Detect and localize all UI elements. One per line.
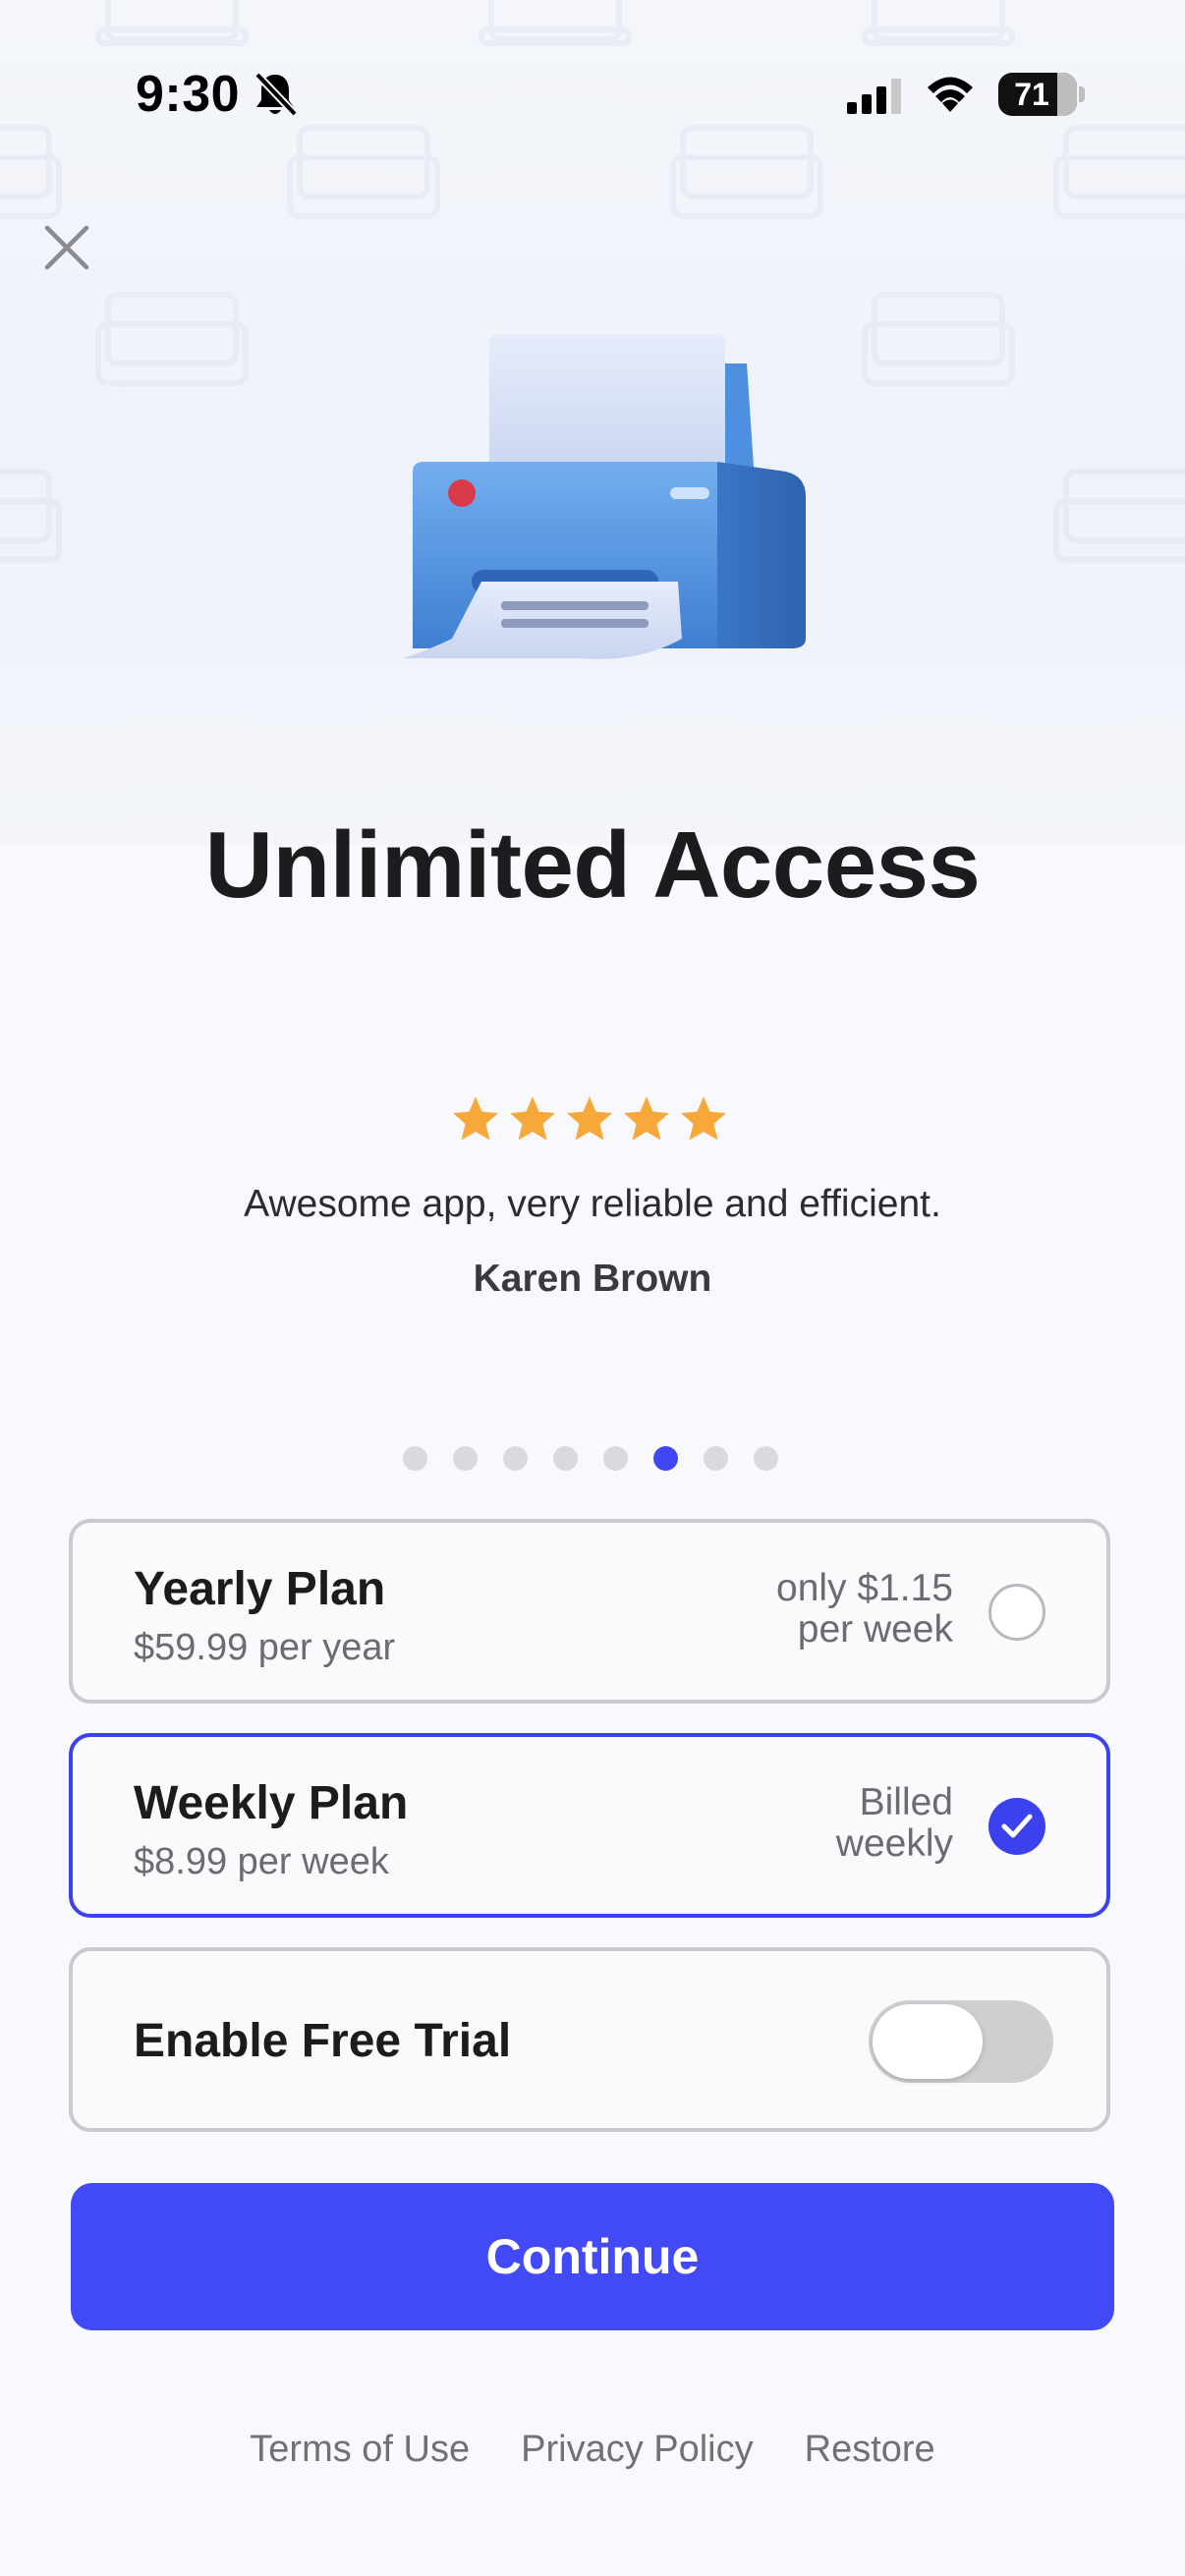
toggle-knob: [873, 2004, 983, 2079]
battery-level: 71: [1014, 77, 1049, 112]
pager-dot-active[interactable]: [653, 1446, 678, 1471]
privacy-link[interactable]: Privacy Policy: [521, 2429, 754, 2471]
plan-note-line: Billed: [859, 1781, 953, 1823]
plan-note-line: only $1.15: [776, 1567, 953, 1609]
restore-link[interactable]: Restore: [805, 2429, 935, 2471]
star-icon: [510, 1096, 555, 1141]
star-icon: [681, 1096, 726, 1141]
plan-option-weekly[interactable]: Weekly Plan $8.99 per week Billed weekly: [69, 1733, 1110, 1918]
pager-dot[interactable]: [704, 1446, 728, 1471]
plan-note-line: per week: [797, 1608, 953, 1651]
testimonial-text: Awesome app, very reliable and efficient…: [244, 1183, 941, 1225]
plan-name: Weekly Plan: [134, 1777, 409, 1829]
continue-button[interactable]: Continue: [71, 2183, 1114, 2330]
free-trial-row: Enable Free Trial: [69, 1947, 1110, 2132]
radio-button-checked[interactable]: [988, 1798, 1045, 1855]
pager-dot[interactable]: [603, 1446, 628, 1471]
testimonial-author: Karen Brown: [473, 1258, 712, 1300]
battery-icon: 71: [998, 73, 1077, 116]
terms-link[interactable]: Terms of Use: [250, 2429, 470, 2471]
printer-illustration: [403, 334, 806, 659]
pager-dot[interactable]: [754, 1446, 778, 1471]
star-icon: [453, 1096, 498, 1141]
cellular-signal-icon: [847, 79, 901, 114]
footer-links: Terms of Use Privacy Policy Restore: [0, 2429, 1185, 2471]
plan-name: Yearly Plan: [134, 1563, 386, 1615]
pager-dots: [403, 1446, 778, 1471]
rating-stars: [450, 1094, 729, 1146]
pager-dot[interactable]: [403, 1446, 427, 1471]
pager-dot[interactable]: [453, 1446, 478, 1471]
bell-slash-icon: [254, 72, 297, 117]
plan-note-line: weekly: [835, 1822, 953, 1865]
plan-price: $59.99 per year: [134, 1627, 396, 1668]
status-bar: 9:30 71: [0, 0, 1185, 187]
plan-note: only $1.15 per week: [698, 1568, 953, 1651]
plan-option-yearly[interactable]: Yearly Plan $59.99 per year only $1.15 p…: [69, 1519, 1110, 1704]
status-time: 9:30: [136, 66, 241, 123]
wifi-icon: [928, 77, 973, 112]
page-title: Unlimited Access: [204, 812, 981, 918]
pager-dot[interactable]: [503, 1446, 528, 1471]
free-trial-label: Enable Free Trial: [134, 2015, 512, 2067]
plan-note: Billed weekly: [698, 1782, 953, 1865]
pager-dot[interactable]: [553, 1446, 578, 1471]
plan-price: $8.99 per week: [134, 1841, 389, 1882]
free-trial-toggle[interactable]: [869, 2000, 1053, 2083]
checkmark-icon: [1001, 1814, 1033, 1838]
battery-tip: [1079, 86, 1085, 102]
star-icon: [567, 1096, 612, 1141]
radio-button[interactable]: [988, 1584, 1045, 1641]
star-icon: [624, 1096, 669, 1141]
close-icon[interactable]: [39, 220, 94, 275]
